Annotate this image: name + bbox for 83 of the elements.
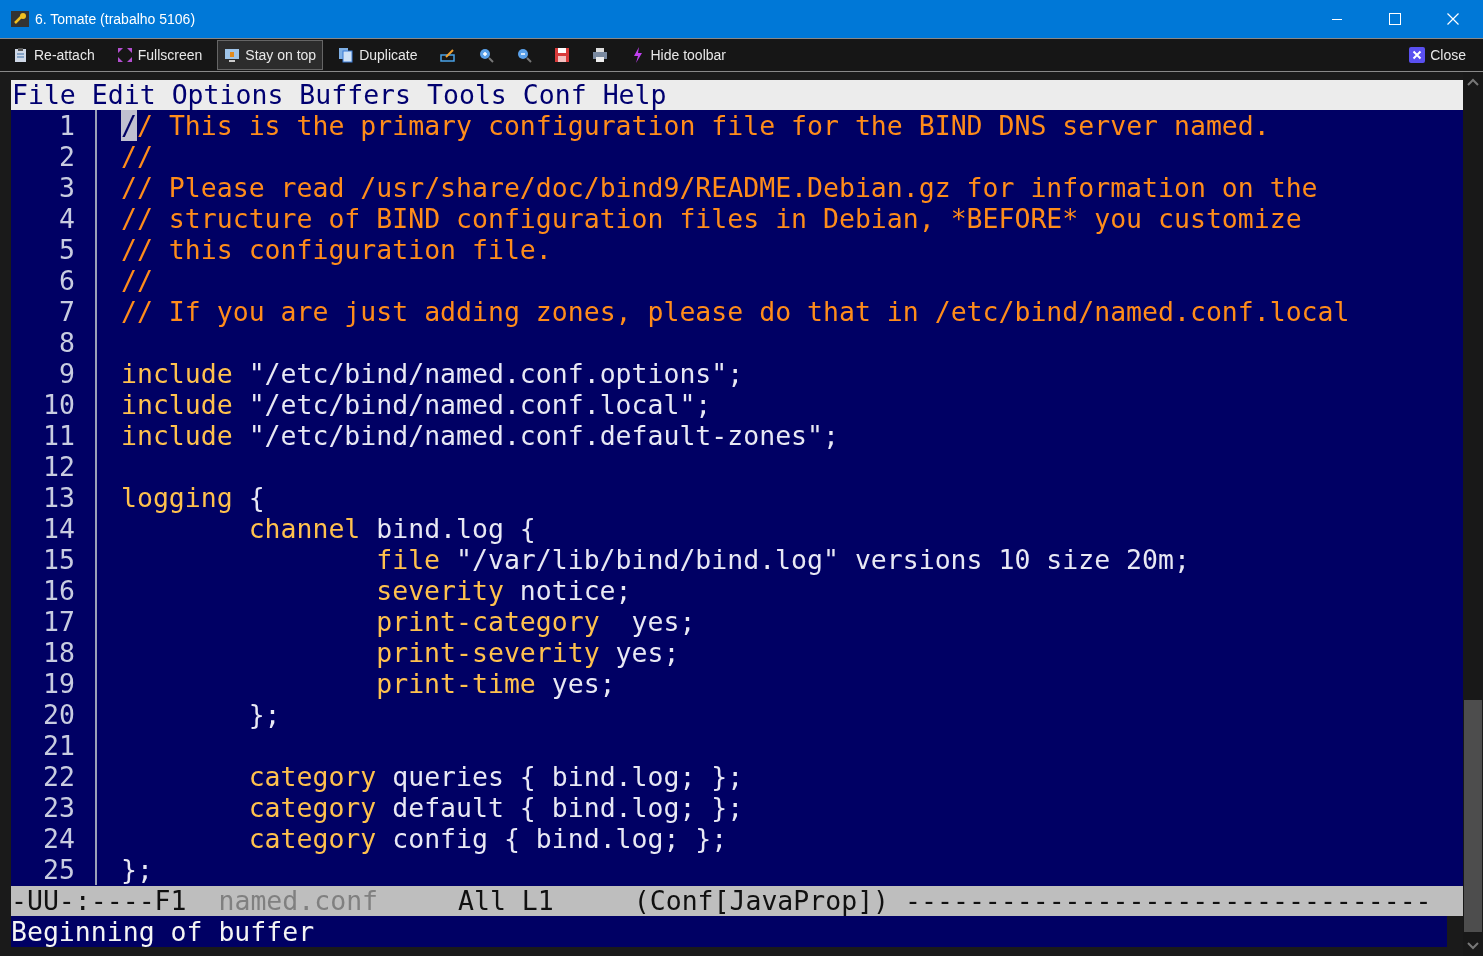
code-line: // xyxy=(121,141,153,172)
line-number: 12 xyxy=(42,451,75,482)
code-line: channel bind.log { xyxy=(247,513,536,544)
toolbar-button[interactable]: Hide toolbar xyxy=(622,40,733,70)
maximize-icon[interactable] xyxy=(1389,13,1401,25)
zoom-out-icon xyxy=(515,47,532,63)
menu-item[interactable]: Help xyxy=(602,80,667,110)
menu-item[interactable]: File xyxy=(12,80,76,110)
major-mode: (Conf[JavaProp]) xyxy=(633,886,890,916)
line-number: 13 xyxy=(42,482,75,513)
line-number: 9 xyxy=(58,358,75,389)
line-number: 4 xyxy=(58,203,75,234)
code-line: // This is the primary configuration file for the BIND DNS server named. xyxy=(121,110,1270,141)
close-icon[interactable] xyxy=(1447,13,1459,25)
code-line: print-time yes; xyxy=(375,668,616,699)
window-title: 6. Tomate (trabalho 5106) xyxy=(35,11,197,27)
code-line: // structure of BIND configuration files in Debian, *BEFORE* you customize xyxy=(121,203,1302,234)
clipboard-icon xyxy=(13,47,29,63)
line-number: 20 xyxy=(42,699,75,730)
scrollbar-thumb[interactable] xyxy=(1464,700,1482,932)
code-line: include "/etc/bind/named.conf.local"; xyxy=(121,389,712,420)
line-number: 8 xyxy=(58,327,75,358)
line-number: 23 xyxy=(42,792,75,823)
code-line: // If you are just adding zones, please do that in /etc/bind/named.conf.local xyxy=(121,296,1350,327)
code-line: logging { xyxy=(121,482,265,513)
line-number: 7 xyxy=(58,296,75,327)
scroll-up-icon[interactable] xyxy=(1467,78,1479,86)
code-line: include "/etc/bind/named.conf.default-zones"; xyxy=(121,420,839,451)
close-button[interactable]: Close xyxy=(1402,40,1473,70)
printer-icon xyxy=(591,47,608,63)
menu-item[interactable]: Edit xyxy=(91,80,156,110)
code-line: print-severity yes; xyxy=(375,637,680,668)
code-line: }; xyxy=(247,699,281,730)
line-number: 1 xyxy=(58,110,75,141)
line-number: 21 xyxy=(42,730,75,761)
line-number: 19 xyxy=(42,668,75,699)
mode-line-status: -UU-:----F1 xyxy=(11,886,187,916)
code-line: // this configuration file. xyxy=(121,234,552,265)
menu-item[interactable]: Options xyxy=(171,80,284,110)
toolbar-button[interactable]: Fullscreen xyxy=(109,40,210,70)
expand-arrows-icon xyxy=(116,47,133,63)
pencil-box-icon xyxy=(439,47,456,63)
monitor-icon xyxy=(224,47,241,63)
save-icon xyxy=(553,47,570,63)
line-number: 18 xyxy=(42,637,75,668)
code-line: category config { bind.log; }; xyxy=(247,823,728,854)
code-line: severity notice; xyxy=(375,575,632,606)
mode-line-dashes: --------------------------------- xyxy=(905,886,1432,916)
code-line: print-category yes; xyxy=(375,606,696,637)
menu-item[interactable]: Buffers xyxy=(299,80,412,110)
code-line: include "/etc/bind/named.conf.options"; xyxy=(121,358,744,389)
line-number: 24 xyxy=(42,823,75,854)
line-number: 17 xyxy=(42,606,75,637)
buffer-name: named.conf xyxy=(218,886,379,916)
menu-item[interactable]: Conf xyxy=(522,80,587,110)
line-number: 22 xyxy=(42,761,75,792)
zoom-in-icon xyxy=(477,47,494,63)
line-number: 14 xyxy=(42,513,75,544)
line-number: 3 xyxy=(58,172,75,203)
scroll-down-icon[interactable] xyxy=(1467,942,1479,950)
code-line: }; xyxy=(121,854,153,885)
toolbar-button[interactable]: Re-attach xyxy=(6,40,102,70)
line-number: 11 xyxy=(42,420,75,451)
line-number: 25 xyxy=(42,854,75,885)
code-line: // Please read /usr/share/doc/bind9/README.Debian.gz for information on the xyxy=(121,172,1318,203)
code-line: category queries { bind.log; }; xyxy=(247,761,744,792)
echo-message: Beginning of buffer xyxy=(11,916,315,947)
line-number: 16 xyxy=(42,575,75,606)
documents-icon xyxy=(338,47,355,63)
close-icon xyxy=(1409,47,1426,63)
toolbar-button[interactable]: Duplicate xyxy=(331,40,425,70)
line-number: 6 xyxy=(58,265,75,296)
buffer-position: All L1 xyxy=(458,886,554,916)
line-number: 15 xyxy=(42,544,75,575)
line-number: 2 xyxy=(58,141,75,172)
code-line: category default { bind.log; }; xyxy=(247,792,744,823)
key-icon xyxy=(11,11,29,27)
code-line: // xyxy=(121,265,153,296)
menu-item[interactable]: Tools xyxy=(427,80,507,110)
line-number: 5 xyxy=(58,234,75,265)
toolbar-button[interactable]: Stay on top xyxy=(217,40,324,70)
code-line: file "/var/lib/bind/bind.log" versions 10 size 20m; xyxy=(375,544,1190,575)
line-number: 10 xyxy=(42,389,75,420)
